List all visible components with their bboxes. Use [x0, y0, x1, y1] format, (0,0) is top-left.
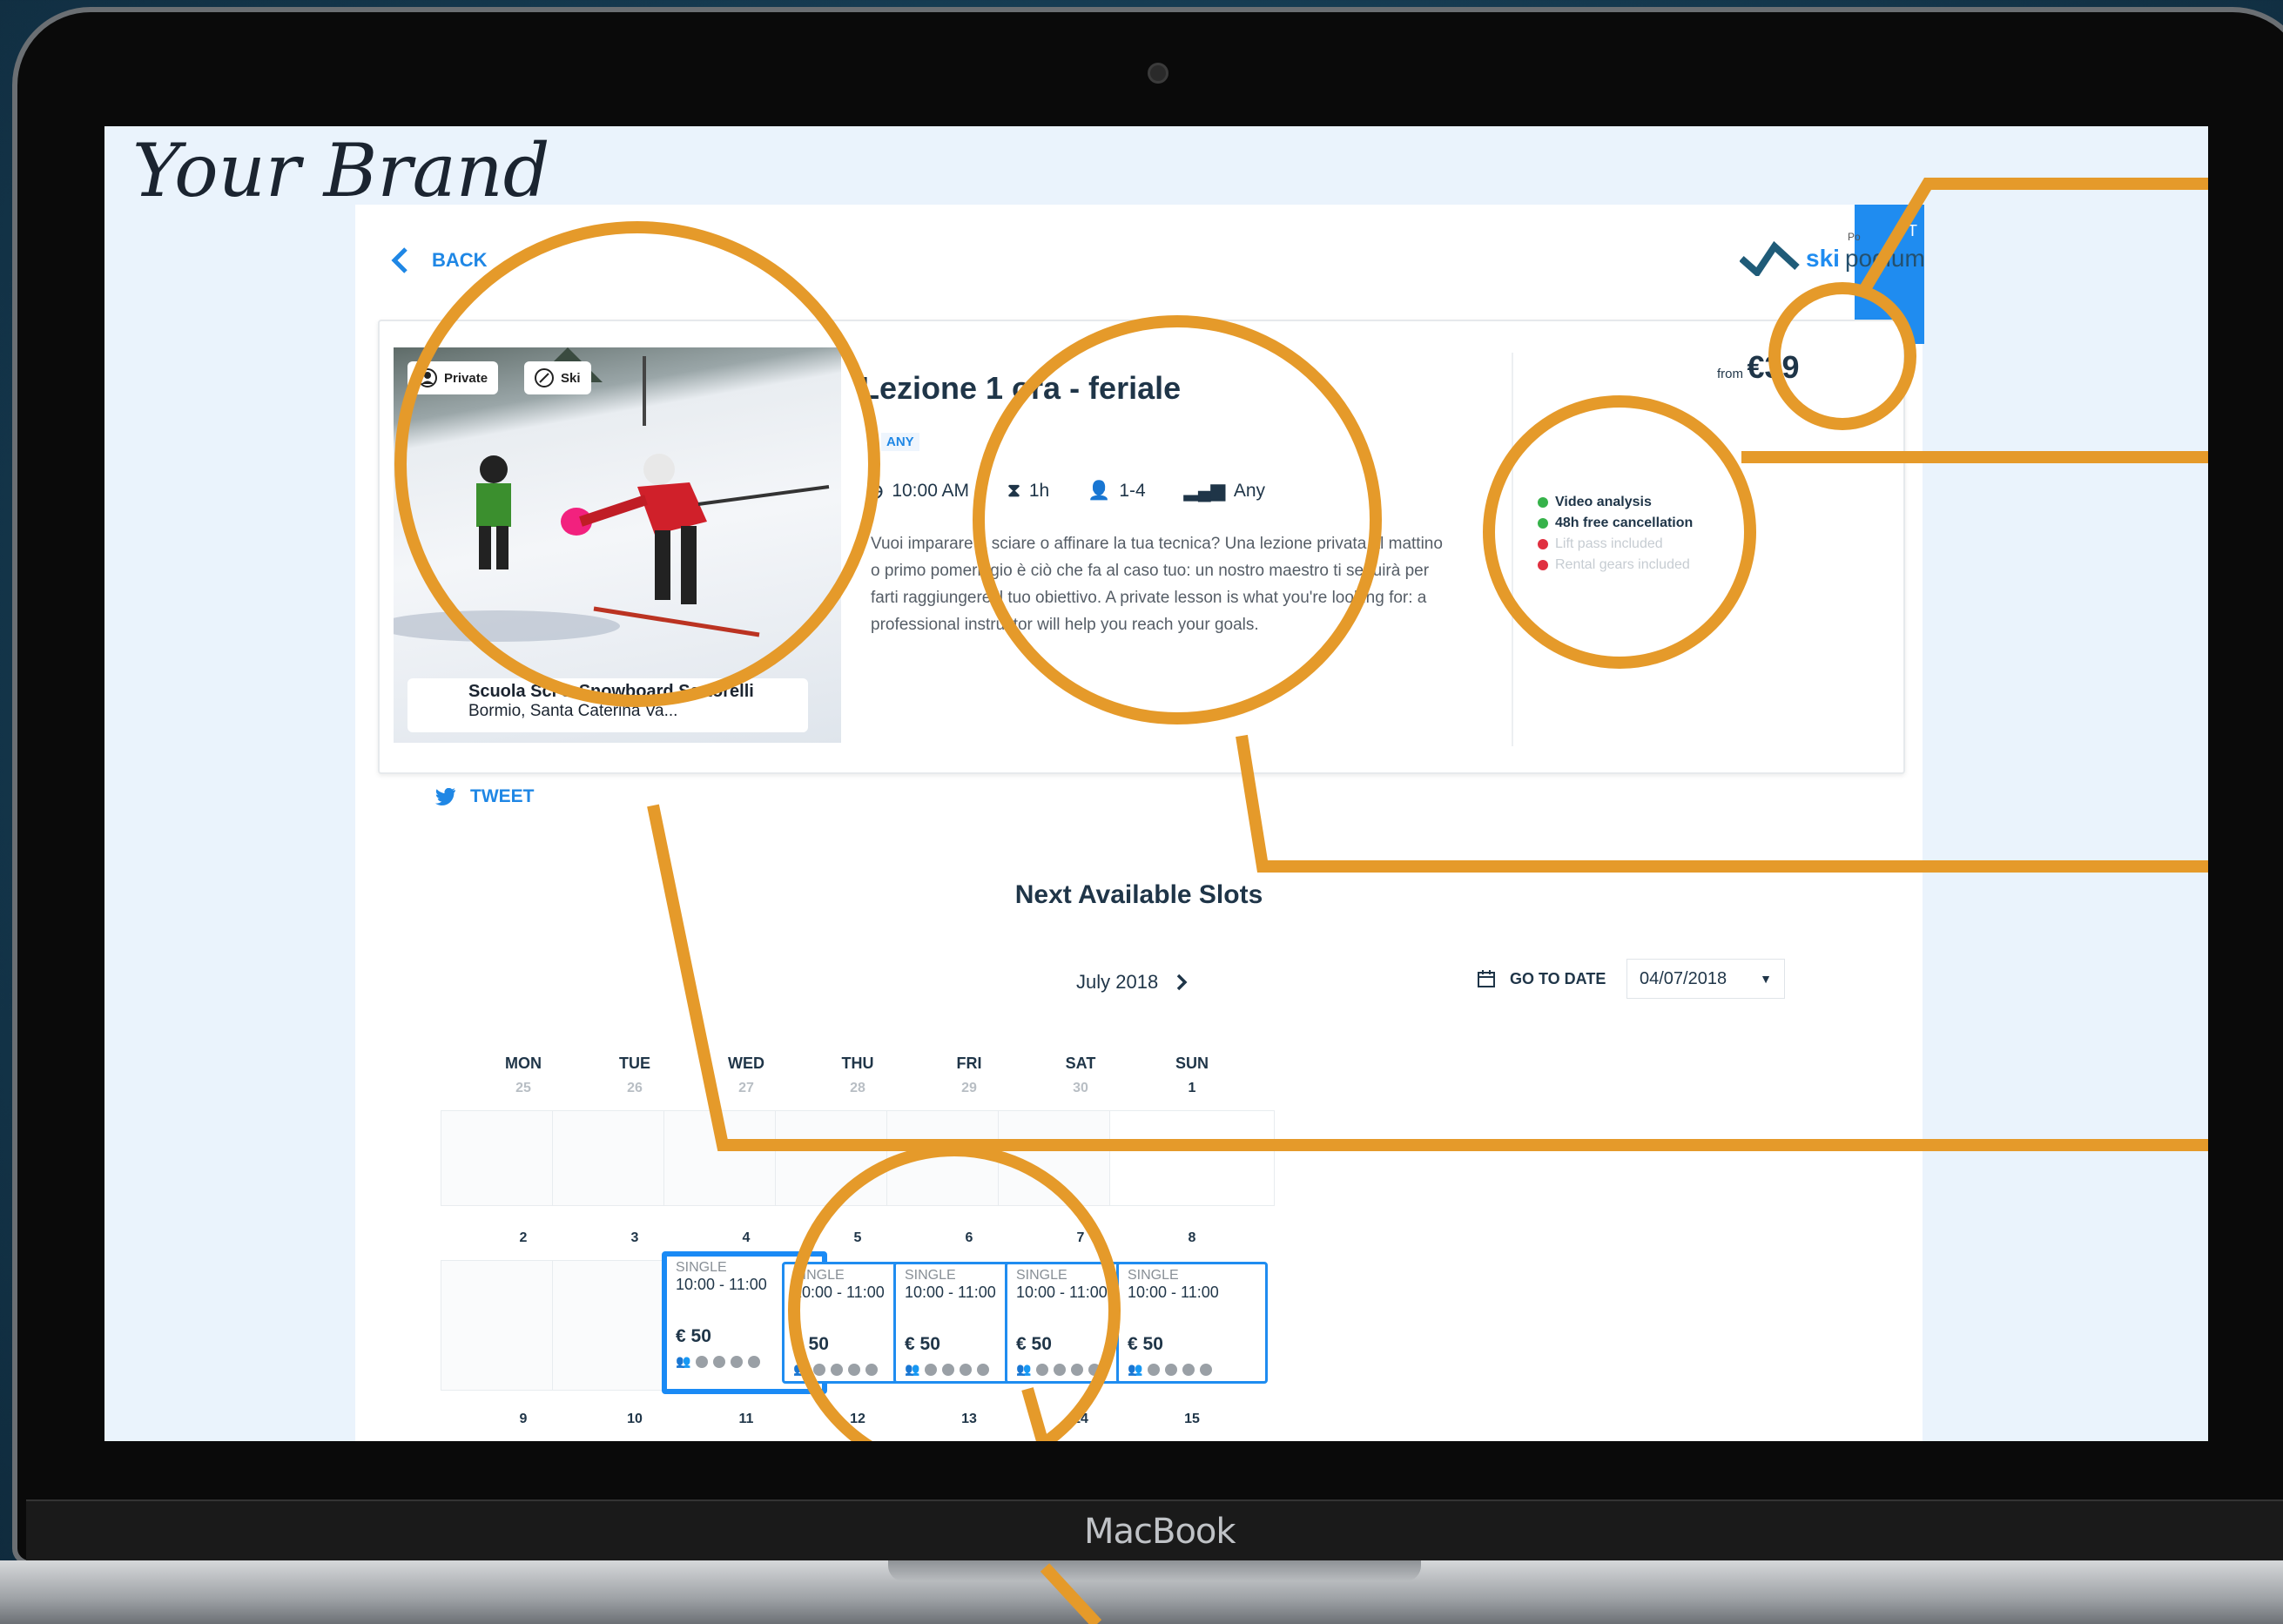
camera-icon: [1148, 63, 1168, 84]
screen: Your Brand BACK 1 T Po ski podium Privat…: [104, 126, 2208, 1441]
annotation-line-price: [1857, 178, 2208, 295]
annotation-line-slot: [1021, 1387, 1049, 1441]
annotation-circle-price: [1768, 282, 1916, 430]
device-label: MacBook: [1084, 1512, 1236, 1552]
laptop-notch: [888, 1560, 1421, 1581]
annotation-circle-photo: [394, 221, 880, 707]
annotation-line-details: [1236, 734, 2208, 873]
annotation-overlay: [394, 178, 2208, 1441]
annotation-line-photo: [647, 804, 2208, 1151]
annotation-circle-details: [973, 315, 1382, 724]
annotation-circle-features: [1483, 395, 1756, 669]
annotation-circle-slot: [788, 1144, 1121, 1441]
